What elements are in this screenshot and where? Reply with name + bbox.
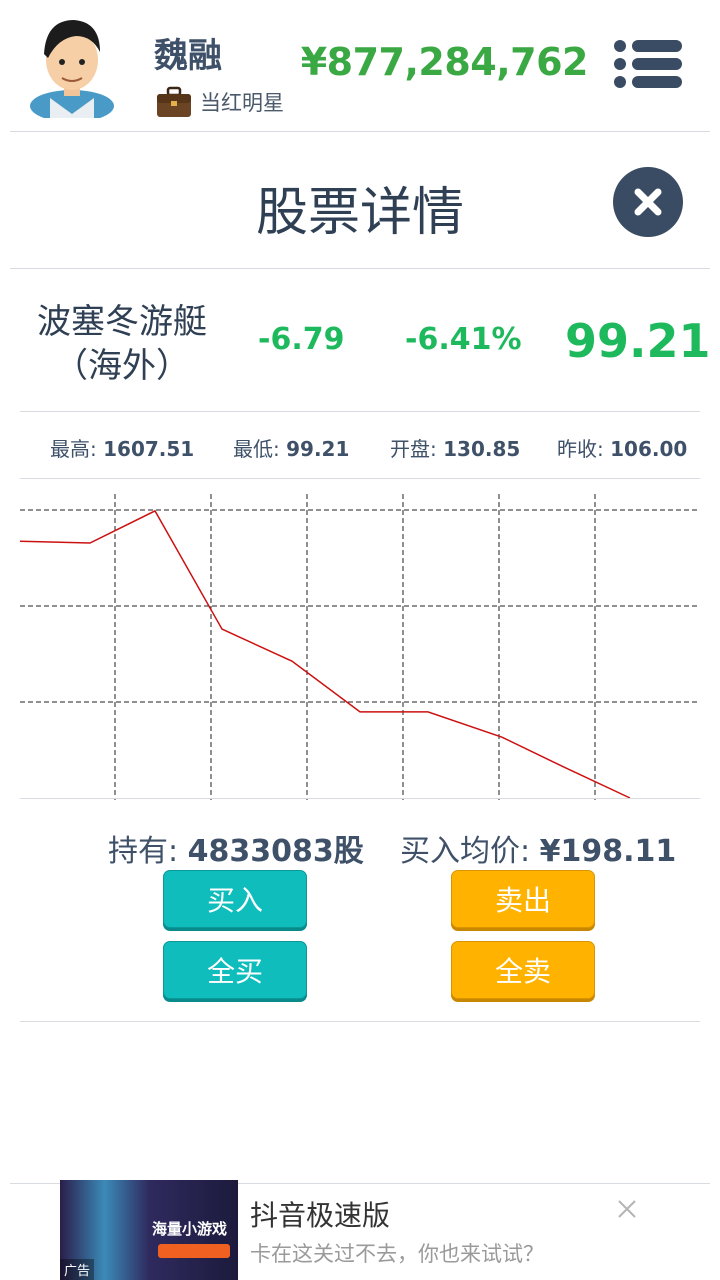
menu-icon[interactable]: [612, 38, 684, 90]
ad-description[interactable]: 卡在这关过不去，你也来试试？: [250, 1238, 544, 1268]
ad-thumbnail[interactable]: 海量小游戏 广告: [60, 1180, 238, 1280]
price-line: [20, 509, 631, 799]
ad-tag: 广告: [60, 1259, 95, 1280]
stat-high: 最高: 1607.51: [50, 437, 195, 461]
stock-name: 波塞冬游艇（海外）: [37, 302, 207, 386]
price-chart: [20, 494, 700, 800]
header-divider: [10, 131, 710, 132]
player-name: 魏融: [154, 36, 222, 76]
chart-divider: [20, 798, 700, 799]
close-icon: [634, 188, 662, 216]
stock-change: -6.79: [258, 322, 345, 357]
ad-title[interactable]: 抖音极速版: [250, 1194, 390, 1234]
stats-divider: [20, 478, 700, 479]
stock-change-percent: -6.41%: [405, 322, 522, 357]
sell-button[interactable]: 卖出: [451, 870, 595, 928]
player-avatar[interactable]: [28, 14, 116, 122]
stat-open: 开盘: 130.85: [390, 437, 521, 461]
holdings-avg-price: 买入均价: ¥198.11: [400, 834, 677, 869]
stock-divider: [20, 411, 700, 412]
close-button[interactable]: [613, 167, 683, 237]
ad-thumb-text: 海量小游戏: [152, 1220, 228, 1238]
buy-button[interactable]: 买入: [163, 870, 307, 928]
stat-low: 最低: 99.21: [233, 437, 350, 461]
actions-divider: [20, 1021, 700, 1022]
buy-all-button[interactable]: 全买: [163, 941, 307, 999]
panel-title: 股票详情: [255, 183, 464, 243]
title-divider: [10, 268, 710, 269]
stat-prev-close: 昨收: 106.00: [557, 437, 688, 461]
player-title: 当红明星: [200, 91, 284, 115]
briefcase-icon: [156, 86, 192, 118]
ad-thumb-button: [158, 1244, 230, 1258]
money-balance: ¥877,284,762: [300, 40, 589, 84]
holdings-shares: 持有: 4833083股: [108, 834, 364, 869]
player-title-row: 当红明星: [156, 86, 284, 118]
sell-all-button[interactable]: 全卖: [451, 941, 595, 999]
ad-close-icon[interactable]: [616, 1198, 638, 1220]
stock-price: 99.21: [565, 314, 711, 368]
